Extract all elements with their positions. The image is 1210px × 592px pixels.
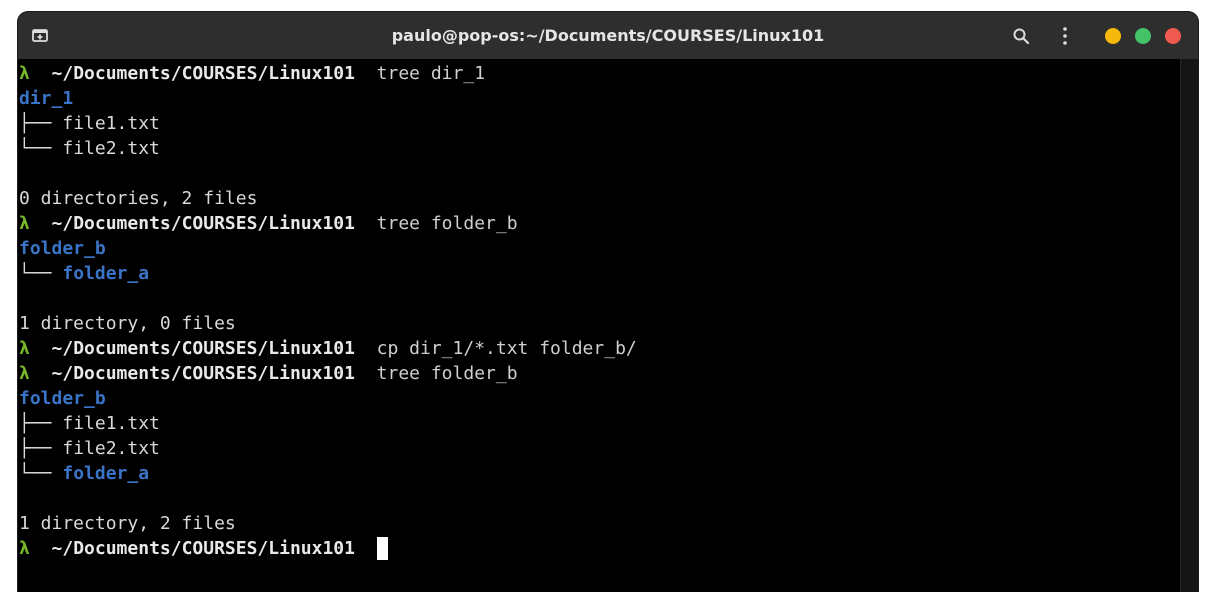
prompt-symbol: λ bbox=[19, 213, 30, 234]
file-name: file2.txt bbox=[62, 138, 160, 159]
file-name: file1.txt bbox=[62, 413, 160, 434]
tree-branch: ├── bbox=[19, 438, 63, 459]
output-line: folder_b bbox=[19, 236, 106, 261]
prompt-symbol: λ bbox=[19, 338, 30, 359]
prompt-line: λ ~/Documents/COURSES/Linux101 tree dir_… bbox=[19, 61, 485, 86]
tree-branch: ├── bbox=[19, 113, 63, 134]
output-line: ├── file2.txt bbox=[19, 436, 160, 461]
command-text: cp dir_1/*.txt folder_b/ bbox=[376, 338, 637, 359]
prompt-symbol: λ bbox=[19, 63, 30, 84]
directory-name: dir_1 bbox=[19, 88, 74, 109]
directory-name: folder_a bbox=[62, 463, 150, 484]
scrollbar[interactable] bbox=[1180, 59, 1198, 592]
command-text: tree folder_b bbox=[376, 213, 518, 234]
terminal-window: paulo@pop-os:~/Documents/COURSES/Linux10… bbox=[18, 12, 1198, 592]
tree-branch: └── bbox=[19, 463, 63, 484]
tree-summary: 1 directory, 2 files bbox=[19, 513, 236, 534]
output-line: dir_1 bbox=[19, 86, 73, 111]
prompt-line: λ ~/Documents/COURSES/Linux101 cp dir_1/… bbox=[19, 336, 637, 361]
minimize-button[interactable] bbox=[1105, 28, 1121, 44]
output-line: ├── file1.txt bbox=[19, 411, 160, 436]
prompt-path: ~/Documents/COURSES/Linux101 bbox=[51, 63, 355, 84]
prompt-line: λ ~/Documents/COURSES/Linux101 tree fold… bbox=[19, 211, 518, 236]
output-line: 1 directory, 2 files bbox=[19, 511, 236, 536]
search-icon[interactable] bbox=[1012, 27, 1030, 45]
file-name: file1.txt bbox=[62, 113, 160, 134]
prompt-symbol: λ bbox=[19, 363, 30, 384]
command-text: tree dir_1 bbox=[376, 63, 486, 84]
directory-name: folder_b bbox=[19, 388, 106, 409]
command-text: tree folder_b bbox=[376, 363, 518, 384]
output-line: ├── file1.txt bbox=[19, 111, 160, 136]
directory-name: folder_a bbox=[62, 263, 150, 284]
prompt-line[interactable]: λ ~/Documents/COURSES/Linux101 bbox=[19, 536, 388, 561]
kebab-menu-icon[interactable] bbox=[1056, 26, 1074, 46]
output-line: folder_b bbox=[19, 386, 106, 411]
prompt-symbol: λ bbox=[19, 538, 30, 559]
file-name: file2.txt bbox=[62, 438, 160, 459]
terminal-output[interactable]: λ ~/Documents/COURSES/Linux101 tree dir_… bbox=[18, 59, 1180, 592]
prompt-path: ~/Documents/COURSES/Linux101 bbox=[51, 338, 355, 359]
text-cursor bbox=[376, 537, 388, 560]
output-line: └── file2.txt bbox=[19, 136, 160, 161]
output-line: └── folder_a bbox=[19, 261, 149, 286]
output-line: └── folder_a bbox=[19, 461, 149, 486]
prompt-path: ~/Documents/COURSES/Linux101 bbox=[51, 213, 355, 234]
tree-branch: ├── bbox=[19, 413, 63, 434]
tree-branch: └── bbox=[19, 138, 63, 159]
prompt-path: ~/Documents/COURSES/Linux101 bbox=[51, 363, 355, 384]
tree-summary: 1 directory, 0 files bbox=[19, 313, 236, 334]
prompt-path: ~/Documents/COURSES/Linux101 bbox=[51, 538, 355, 559]
close-button[interactable] bbox=[1165, 28, 1181, 44]
title-bar: paulo@pop-os:~/Documents/COURSES/Linux10… bbox=[18, 12, 1198, 59]
maximize-button[interactable] bbox=[1135, 28, 1151, 44]
output-line: 0 directories, 2 files bbox=[19, 186, 257, 211]
directory-name: folder_b bbox=[19, 238, 106, 259]
prompt-line: λ ~/Documents/COURSES/Linux101 tree fold… bbox=[19, 361, 518, 386]
output-line: 1 directory, 0 files bbox=[19, 311, 236, 336]
tree-summary: 0 directories, 2 files bbox=[19, 188, 258, 209]
tree-branch: └── bbox=[19, 263, 63, 284]
